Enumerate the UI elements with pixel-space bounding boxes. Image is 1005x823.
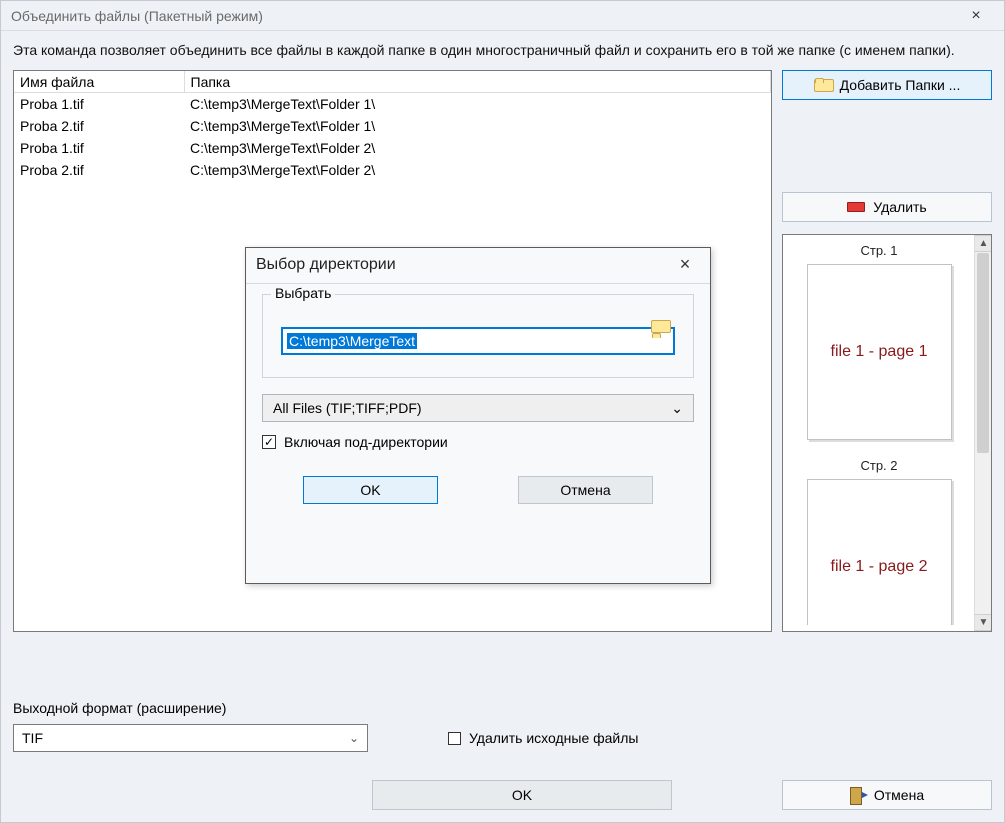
checkbox-box	[448, 732, 461, 745]
main-window: Объединить файлы (Пакетный режим) × Эта …	[0, 0, 1005, 823]
preview-page-label: Стр. 2	[789, 458, 969, 473]
add-folders-button[interactable]: Добавить Папки ...	[782, 70, 992, 100]
exit-icon	[850, 787, 866, 803]
titlebar: Объединить файлы (Пакетный режим) ×	[1, 1, 1004, 31]
window-title: Объединить файлы (Пакетный режим)	[11, 8, 263, 24]
select-group: Выбрать C:\temp3\MergeText	[262, 294, 694, 378]
cancel-button[interactable]: Отмена	[782, 780, 992, 810]
cell-folder: C:\temp3\MergeText\Folder 2\	[184, 159, 771, 181]
output-format-label: Выходной формат (расширение)	[13, 700, 992, 716]
group-label: Выбрать	[271, 285, 335, 301]
file-table: Имя файла Папка Proba 1.tif C:\temp3\Mer…	[14, 71, 771, 181]
dialog-ok-button[interactable]: OK	[303, 476, 438, 504]
close-icon[interactable]: ×	[956, 7, 996, 25]
file-filter-value: All Files (TIF;TIFF;PDF)	[273, 400, 422, 416]
cell-folder: C:\temp3\MergeText\Folder 2\	[184, 137, 771, 159]
preview-list: Стр. 1 file 1 - page 1 Стр. 2 file 1 - p…	[789, 241, 969, 625]
close-icon[interactable]: ×	[670, 254, 700, 275]
delete-source-label: Удалить исходные файлы	[469, 730, 638, 746]
checkbox-box: ✓	[262, 435, 276, 449]
file-filter-select[interactable]: All Files (TIF;TIFF;PDF) ⌄	[262, 394, 694, 422]
chevron-down-icon: ⌄	[349, 731, 359, 745]
path-input[interactable]: C:\temp3\MergeText	[281, 327, 675, 355]
ok-button[interactable]: OK	[372, 780, 672, 810]
preview-thumbnail[interactable]: file 1 - page 1	[807, 264, 952, 440]
output-format-value: TIF	[22, 730, 43, 746]
window-description: Эта команда позволяет объединить все фай…	[1, 31, 1004, 70]
preview-thumbnail[interactable]: file 1 - page 2	[807, 479, 952, 625]
delete-icon	[847, 199, 865, 215]
preview-thumb-text: file 1 - page 2	[831, 558, 928, 576]
add-folders-label: Добавить Папки ...	[840, 77, 961, 93]
preview-panel: Стр. 1 file 1 - page 1 Стр. 2 file 1 - p…	[782, 234, 992, 632]
chevron-down-icon: ⌄	[671, 400, 683, 417]
column-header-name[interactable]: Имя файла	[14, 71, 184, 93]
ok-label: OK	[512, 787, 532, 803]
cell-folder: C:\temp3\MergeText\Folder 1\	[184, 93, 771, 115]
dialog-titlebar: Выбор директории ×	[246, 248, 710, 284]
cell-name: Proba 2.tif	[14, 115, 184, 137]
cell-folder: C:\temp3\MergeText\Folder 1\	[184, 115, 771, 137]
column-header-folder[interactable]: Папка	[184, 71, 771, 93]
output-format-select[interactable]: TIF ⌄	[13, 724, 368, 752]
table-row[interactable]: Proba 2.tif C:\temp3\MergeText\Folder 1\	[14, 115, 771, 137]
table-row[interactable]: Proba 1.tif C:\temp3\MergeText\Folder 1\	[14, 93, 771, 115]
path-value: C:\temp3\MergeText	[287, 333, 417, 349]
delete-button[interactable]: Удалить	[782, 192, 992, 222]
cell-name: Proba 1.tif	[14, 93, 184, 115]
delete-label: Удалить	[873, 199, 926, 215]
dialog-title: Выбор директории	[256, 256, 396, 274]
scroll-thumb[interactable]	[977, 253, 989, 453]
directory-select-dialog: Выбор директории × Выбрать C:\temp3\Merg…	[245, 247, 711, 584]
preview-thumb-text: file 1 - page 1	[831, 343, 928, 361]
include-subdirs-label: Включая под-директории	[284, 434, 448, 450]
dialog-cancel-button[interactable]: Отмена	[518, 476, 653, 504]
scroll-up-icon[interactable]: ▲	[975, 235, 992, 252]
dialog-cancel-label: Отмена	[560, 482, 610, 498]
cell-name: Proba 1.tif	[14, 137, 184, 159]
delete-source-checkbox[interactable]: Удалить исходные файлы	[448, 730, 638, 746]
preview-page-label: Стр. 1	[789, 243, 969, 258]
table-row[interactable]: Proba 2.tif C:\temp3\MergeText\Folder 2\	[14, 159, 771, 181]
sidebar: Добавить Папки ... Удалить Стр. 1 file 1…	[782, 70, 992, 632]
preview-scrollbar[interactable]: ▲ ▼	[974, 235, 991, 631]
scroll-down-icon[interactable]: ▼	[975, 614, 992, 631]
table-row[interactable]: Proba 1.tif C:\temp3\MergeText\Folder 2\	[14, 137, 771, 159]
browse-button[interactable]	[651, 333, 669, 349]
cell-name: Proba 2.tif	[14, 159, 184, 181]
include-subdirs-checkbox[interactable]: ✓ Включая под-директории	[262, 434, 694, 450]
folder-plus-icon	[814, 77, 832, 93]
cancel-label: Отмена	[874, 787, 924, 803]
dialog-ok-label: OK	[360, 482, 380, 498]
